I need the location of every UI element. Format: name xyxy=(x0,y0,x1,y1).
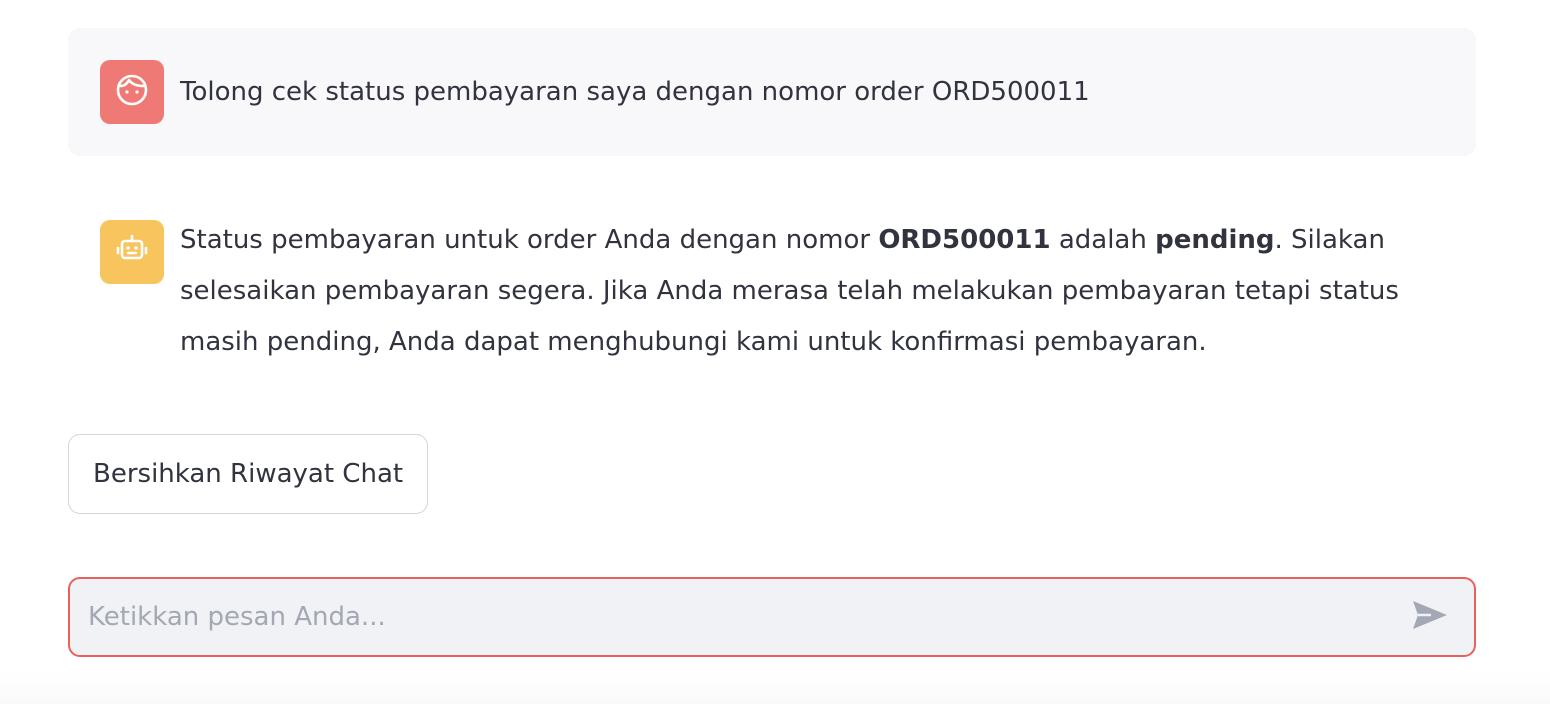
assistant-text-part: Status pembayaran untuk order Anda denga… xyxy=(180,225,879,255)
send-icon xyxy=(1411,598,1449,636)
clear-history-button[interactable]: Bersihkan Riwayat Chat xyxy=(68,434,429,514)
user-face-icon xyxy=(114,72,150,112)
robot-icon xyxy=(114,232,150,272)
payment-status: pending xyxy=(1155,225,1275,255)
assistant-message-text: Status pembayaran untuk order Anda denga… xyxy=(180,214,1440,368)
chat-input[interactable] xyxy=(70,579,1400,655)
assistant-message: Status pembayaran untuk order Anda denga… xyxy=(68,188,1476,368)
bottom-fade xyxy=(0,672,1550,704)
assistant-avatar xyxy=(100,220,164,284)
user-message-text: Tolong cek status pembayaran saya dengan… xyxy=(180,77,1090,107)
order-number: ORD500011 xyxy=(878,225,1051,255)
assistant-text-part: adalah xyxy=(1050,225,1156,255)
chat-page: Tolong cek status pembayaran saya dengan… xyxy=(0,0,1550,704)
user-avatar xyxy=(100,60,164,124)
user-message: Tolong cek status pembayaran saya dengan… xyxy=(68,28,1476,156)
send-button[interactable] xyxy=(1400,587,1460,647)
chat-input-container xyxy=(68,577,1476,657)
